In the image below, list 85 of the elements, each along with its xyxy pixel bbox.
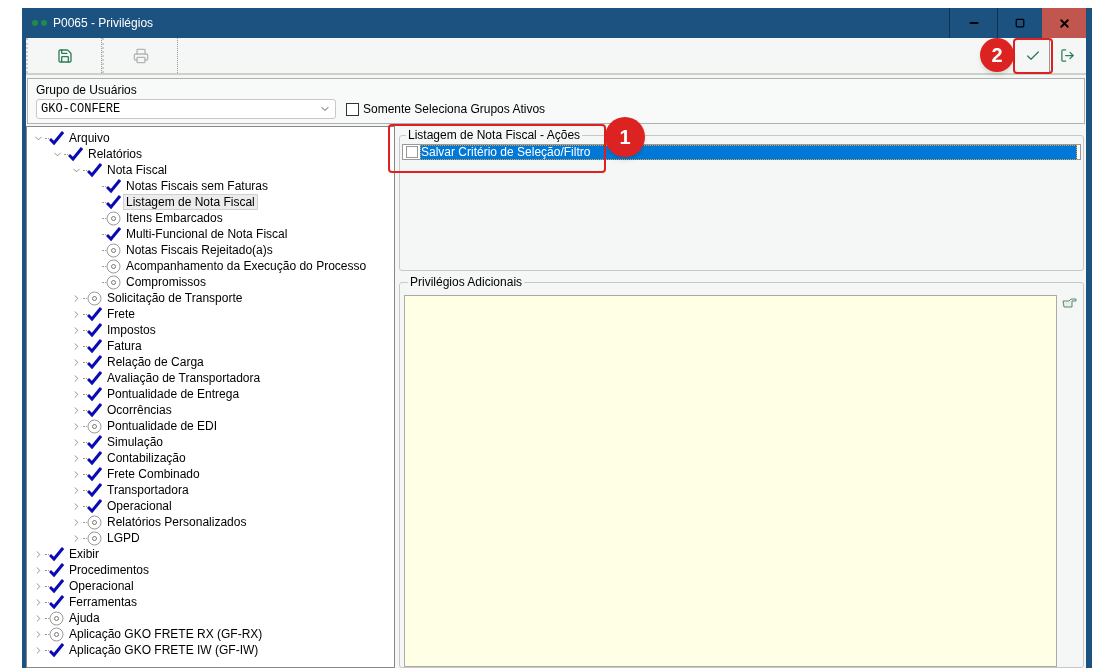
tree-item[interactable]: Aplicação GKO FRETE RX (GF-RX) (66, 626, 266, 642)
checkmark-icon (106, 178, 121, 194)
checkmark-icon (87, 466, 102, 482)
partial-circle-icon (106, 242, 121, 258)
tree-item[interactable]: Frete (104, 306, 138, 322)
tree-item[interactable]: Multi-Funcional de Nota Fiscal (123, 226, 291, 242)
partial-circle-icon (87, 290, 102, 306)
tree-item[interactable]: Contabilização (104, 450, 189, 466)
partial-circle-icon (87, 530, 102, 546)
checkmark-icon (87, 306, 102, 322)
checkmark-icon (87, 450, 102, 466)
tree-item[interactable]: Simulação (104, 434, 167, 450)
save-button[interactable] (26, 38, 102, 73)
highlight-frame (1013, 38, 1053, 74)
partial-circle-icon (49, 626, 64, 642)
checkmark-icon (87, 370, 102, 386)
checkmark-icon (87, 498, 102, 514)
tree-item[interactable]: Avaliação de Transportadora (104, 370, 264, 386)
tree-item[interactable]: Pontualidade de Entrega (104, 386, 243, 402)
tree-item[interactable]: LGPD (104, 530, 143, 546)
checkmark-icon (106, 194, 121, 210)
checkmark-icon (87, 482, 102, 498)
close-button[interactable] (1042, 8, 1086, 38)
action-item[interactable]: Salvar Critério de Seleção/Filtro (420, 144, 1077, 160)
filter-checkbox[interactable] (346, 102, 359, 116)
window-title: P0065 - Privilégios (53, 15, 154, 32)
tree-item[interactable]: Exibir (66, 546, 102, 562)
group-title: Listagem de Nota Fiscal - Ações (407, 127, 582, 144)
tree-item[interactable]: Impostos (104, 322, 159, 338)
checkmark-icon (87, 162, 102, 178)
tree-item[interactable]: Listagem de Nota Fiscal (123, 194, 258, 210)
tree-item[interactable]: Operacional (104, 498, 175, 514)
checkmark-icon (68, 146, 83, 162)
checkmark-icon (106, 226, 121, 242)
tree-item[interactable]: Ajuda (66, 610, 103, 626)
tree-item[interactable]: Ocorrências (104, 402, 175, 418)
checkmark-icon (87, 402, 102, 418)
checkmark-icon (87, 434, 102, 450)
checkmark-icon (87, 354, 102, 370)
tree-item[interactable]: Notas Fiscais Rejeitado(a)s (123, 242, 276, 258)
checkmark-icon (49, 130, 64, 146)
save-icon (56, 47, 73, 64)
partial-circle-icon (106, 274, 121, 290)
checkmark-icon (49, 594, 64, 610)
checkmark-icon (87, 338, 102, 354)
tree-item[interactable]: Compromissos (123, 274, 209, 290)
group-title: Privilégios Adicionais (409, 274, 524, 291)
checkmark-icon (49, 546, 64, 562)
tree-item[interactable]: Relatórios (85, 146, 146, 162)
tree-item[interactable]: Relação de Carga (104, 354, 207, 370)
printer-icon (132, 47, 149, 64)
tree-item[interactable]: Aplicação GKO FRETE IW (GF-IW) (66, 642, 262, 658)
status-dots-icon (32, 20, 47, 26)
pointing-hand-icon[interactable] (1062, 297, 1078, 309)
tree-item[interactable]: Pontualidade de EDI (104, 418, 221, 434)
close-icon (1057, 16, 1071, 30)
tree-item[interactable]: Solicitação de Transporte (104, 290, 246, 306)
tree-item[interactable]: Itens Embarcados (123, 210, 226, 226)
partial-circle-icon (106, 258, 121, 274)
tree-item[interactable]: Notas Fiscais sem Faturas (123, 178, 272, 194)
tree-item[interactable]: Arquivo (66, 130, 113, 146)
tree-item[interactable]: Ferramentas (66, 594, 141, 610)
field-label: Grupo de Usuários (36, 83, 138, 97)
tree-item[interactable]: Nota Fiscal (104, 162, 171, 178)
tree-item[interactable]: Procedimentos (66, 562, 153, 578)
tree-item[interactable]: Acompanhamento da Execução do Processo (123, 258, 370, 274)
tree-item[interactable]: Relatórios Personalizados (104, 514, 250, 530)
partial-circle-icon (106, 210, 121, 226)
group-select[interactable]: GKO-CONFERE (36, 99, 336, 119)
tree-item[interactable]: Operacional (66, 578, 137, 594)
partial-circle-icon (87, 514, 102, 530)
tree-item[interactable]: Transportadora (104, 482, 192, 498)
checkmark-icon (49, 642, 64, 658)
tree-item[interactable]: Frete Combinado (104, 466, 203, 482)
maximize-icon (1015, 18, 1025, 28)
action-checkbox[interactable] (406, 146, 418, 158)
checkmark-icon (49, 562, 64, 578)
partial-circle-icon (49, 610, 64, 626)
exit-door-icon (1059, 48, 1075, 63)
tree-item[interactable]: Fatura (104, 338, 145, 354)
checkmark-icon (87, 322, 102, 338)
checkbox-label: Somente Seleciona Grupos Ativos (363, 101, 546, 118)
checkmark-icon (49, 578, 64, 594)
checkmark-icon (87, 386, 102, 402)
partial-circle-icon (87, 418, 102, 434)
